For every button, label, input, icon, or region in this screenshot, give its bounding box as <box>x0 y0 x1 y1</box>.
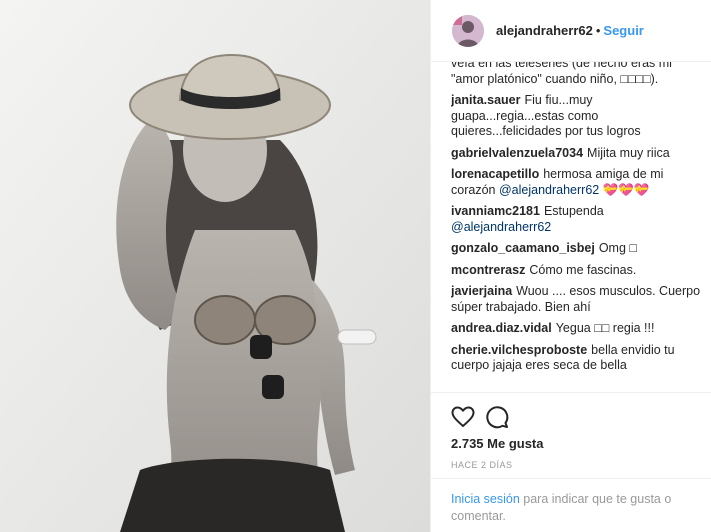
comment-text: Yegua □□ regia !!! <box>555 321 655 335</box>
comment-item: gabrielvalenzuela7034 Mijita muy riica <box>451 146 703 162</box>
post-timestamp: HACE 2 DÍAS <box>451 460 513 470</box>
comment-emoji: 💝💝💝 <box>602 182 650 197</box>
login-prompt: Inicia sesión para indicar que te gusta … <box>431 478 711 532</box>
post-sidebar: alejandraherr62 • Seguir veía en las tel… <box>430 0 711 532</box>
avatar[interactable] <box>452 14 484 47</box>
comment-username[interactable]: ivanniamc2181 <box>451 204 540 218</box>
comment-username[interactable]: gabrielvalenzuela7034 <box>451 146 583 160</box>
comment-username[interactable]: mcontrerasz <box>451 263 525 277</box>
comment-bubble-icon[interactable] <box>485 405 509 429</box>
avatar-image <box>452 14 484 47</box>
comment-username[interactable]: andrea.diaz.vidal <box>451 321 552 335</box>
comments-list[interactable]: veía en las teleseries (de hecho eras mi… <box>451 62 703 390</box>
action-bar <box>431 392 711 432</box>
comment-item: cherie.vilchesproboste bella envidio tu c… <box>451 343 703 374</box>
comment-username[interactable]: janita.sauer <box>451 93 520 107</box>
comment-username[interactable]: javierjaina <box>451 284 512 298</box>
post-photo[interactable] <box>0 0 430 532</box>
comment-item: mcontrerasz Cómo me fascinas. <box>451 263 703 279</box>
post-header: alejandraherr62 • Seguir <box>431 0 711 62</box>
comment-item: janita.sauer Fiu fiu...muy guapa...regia.… <box>451 93 703 140</box>
comment-partial: veía en las teleseries (de hecho eras mi… <box>451 62 703 87</box>
comment-text: Mijita muy riica <box>587 145 670 160</box>
comment-mention[interactable]: @alejandraherr62 <box>451 220 551 234</box>
comment-text: Estupenda <box>543 204 604 218</box>
heart-outline-icon[interactable] <box>451 405 475 429</box>
comment-username[interactable]: cherie.vilchesproboste <box>451 343 587 357</box>
post-photo-illustration <box>0 0 430 532</box>
comment-text: Cómo me fascinas. <box>529 262 637 277</box>
comment-mention[interactable]: @alejandraherr62 <box>499 183 599 197</box>
username-link[interactable]: alejandraherr62 <box>496 23 593 38</box>
separator-dot: • <box>595 23 601 38</box>
comment-item: gonzalo_caamano_isbej Omg □ <box>451 241 703 257</box>
comment-text: Omg □ <box>598 241 637 255</box>
login-link[interactable]: Inicia sesión <box>451 492 520 506</box>
comment-username[interactable]: lorenacapetillo <box>451 167 539 181</box>
follow-button[interactable]: Seguir <box>603 23 643 38</box>
comment-item: ivanniamc2181 Estupenda @alejandraherr62 <box>451 204 703 235</box>
comment-item: javierjaina Wuou .... esos musculos. Cuer… <box>451 284 703 315</box>
comment-item: andrea.diaz.vidal Yegua □□ regia !!! <box>451 321 703 337</box>
comment-text: veía en las teleseries (de hecho eras mi… <box>451 62 672 86</box>
comment-username[interactable]: gonzalo_caamano_isbej <box>451 241 595 255</box>
likes-count[interactable]: 2.735 Me gusta <box>451 436 544 451</box>
comment-item: lorenacapetillo hermosa amiga de mi coraz… <box>451 167 703 198</box>
